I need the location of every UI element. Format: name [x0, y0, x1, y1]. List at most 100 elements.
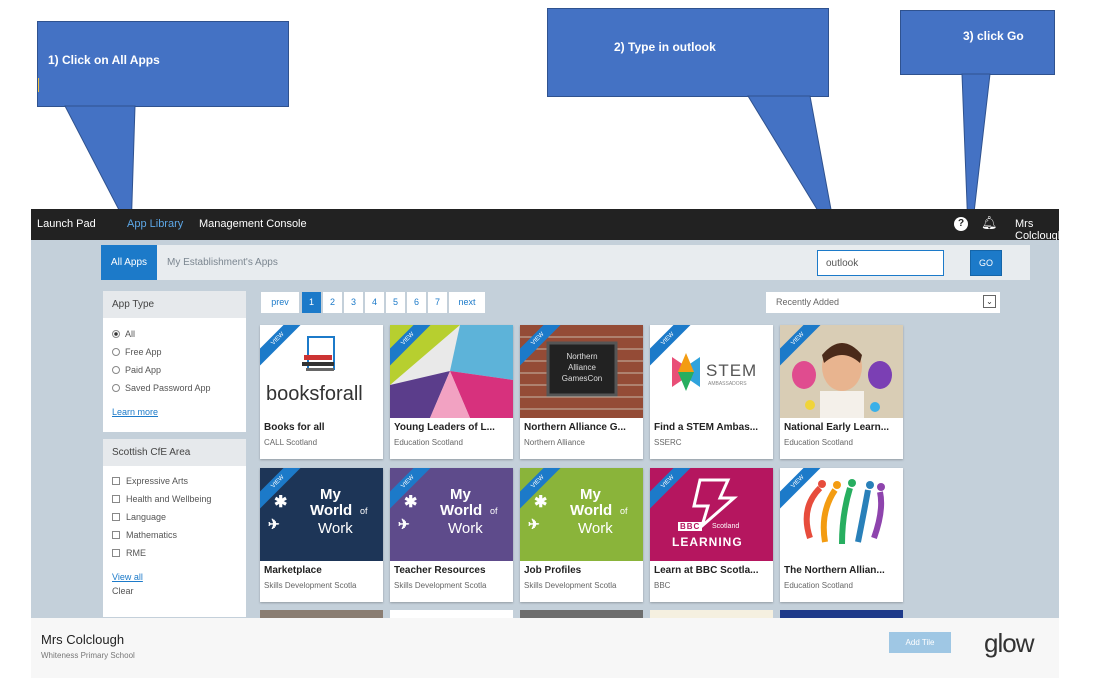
app-tile-books-for-all[interactable]: booksforall VIEW Books for all CALL Scot…: [260, 325, 383, 459]
top-nav-bar: Launch Pad App Library Management Consol…: [31, 209, 1064, 242]
checkbox-icon: [112, 477, 120, 485]
app-type-option-paid[interactable]: Paid App: [112, 365, 161, 375]
glow-logo: glow: [984, 628, 1034, 658]
bbc-learning-text: LEARNING: [672, 535, 743, 549]
cfe-option-mathematics[interactable]: Mathematics: [112, 530, 177, 540]
app-tile-stem-ambassador[interactable]: STEM AMBASSADORS VIEW Find a STEM Ambas.…: [650, 325, 773, 459]
radio-selected-icon: [112, 330, 120, 338]
add-tile-button[interactable]: Add Tile: [889, 632, 951, 653]
my-world-of-work-logo: ✱ ✈ My World of Work: [528, 486, 628, 537]
footer-bar: Mrs Colclough Whiteness Primary School A…: [31, 618, 1059, 678]
pager-page-2[interactable]: 2: [323, 292, 342, 313]
app-type-option-free[interactable]: Free App: [112, 347, 162, 357]
pager-page-3[interactable]: 3: [344, 292, 363, 313]
app-tile-partial[interactable]: [650, 610, 773, 618]
app-tile-partial[interactable]: [520, 610, 643, 618]
radio-icon: [112, 366, 120, 374]
cfe-option-health-wellbeing[interactable]: Health and Wellbeing: [112, 494, 211, 504]
booksforall-logo: booksforall: [266, 383, 363, 405]
nav-management-console[interactable]: Management Console: [199, 218, 307, 230]
cfe-option-language[interactable]: Language: [112, 512, 166, 522]
tile-org: SSERC: [654, 438, 682, 447]
checkbox-icon: [112, 513, 120, 521]
app-library-content: All Apps My Establishment's Apps GO App …: [31, 240, 1059, 618]
gamescon-sign: Northern Alliance GamesCon: [561, 352, 603, 383]
tile-name: The Northern Allian...: [784, 565, 885, 576]
pager-page-4[interactable]: 4: [365, 292, 384, 313]
tile-name: Young Leaders of L...: [394, 422, 495, 433]
tile-org: Education Scotland: [784, 438, 853, 447]
sort-select[interactable]: Recently Added ⌄: [766, 292, 1000, 313]
tile-name: Learn at BBC Scotla...: [654, 565, 759, 576]
stem-logo-text: STEM: [706, 361, 758, 380]
bbc-scotland-text: Scotland: [712, 523, 740, 530]
plane-icon: ✈: [268, 516, 280, 532]
app-tile-marketplace[interactable]: ✱ ✈ My World of Work VIEW Marketplace Sk…: [260, 468, 383, 602]
app-tile-young-leaders[interactable]: VIEW Young Leaders of L... Education Sco…: [390, 325, 513, 459]
people-network-icon: ✱: [534, 494, 548, 511]
app-tile-teacher-resources[interactable]: ✱ ✈ My World of Work VIEW Teacher Resour…: [390, 468, 513, 602]
tile-name: Marketplace: [264, 565, 322, 576]
app-type-option-all[interactable]: All: [112, 329, 135, 339]
pager-page-5[interactable]: 5: [386, 292, 405, 313]
cfe-option-expressive-arts[interactable]: Expressive Arts: [112, 476, 188, 486]
sort-selected-value: Recently Added: [776, 297, 840, 307]
app-tile-job-profiles[interactable]: ✱ ✈ My World of Work VIEW Job Profiles S…: [520, 468, 643, 602]
chevron-down-icon[interactable]: ⌄: [983, 295, 996, 308]
user-menu[interactable]: Mrs Colclough: [1015, 218, 1064, 242]
go-button[interactable]: GO: [970, 250, 1002, 276]
view-all-link[interactable]: View all: [112, 572, 143, 582]
my-world-of-work-logo: ✱ ✈ My World of Work: [398, 486, 498, 537]
app-tile-partial[interactable]: [780, 610, 903, 618]
bbc-logo: BBC: [678, 522, 703, 531]
pager-page-1[interactable]: 1: [302, 292, 321, 313]
radio-icon: [112, 384, 120, 392]
checkbox-icon: [112, 531, 120, 539]
clear-link[interactable]: Clear: [112, 586, 134, 596]
app-tile-partial[interactable]: [260, 610, 383, 618]
nav-launch-pad[interactable]: Launch Pad: [37, 218, 96, 230]
cfe-option-rme[interactable]: RME: [112, 548, 146, 558]
tile-org: Education Scotland: [784, 581, 853, 590]
pager-prev[interactable]: prev: [261, 292, 299, 313]
nav-app-library[interactable]: App Library: [127, 218, 183, 230]
tile-org: Skills Development Scotla: [394, 581, 487, 590]
app-tile-partial[interactable]: [390, 610, 513, 618]
apps-filter-bar: All Apps My Establishment's Apps GO: [101, 245, 1030, 280]
search-input[interactable]: [817, 250, 944, 276]
pager-page-6[interactable]: 6: [407, 292, 426, 313]
tile-name: National Early Learn...: [784, 422, 890, 433]
tile-org: CALL Scotland: [264, 438, 318, 447]
help-icon[interactable]: ?: [954, 217, 968, 231]
app-type-heading: App Type: [103, 291, 246, 318]
tile-org: Skills Development Scotla: [524, 581, 617, 590]
app-type-option-saved-password[interactable]: Saved Password App: [112, 383, 211, 393]
tile-org: Education Scotland: [394, 438, 463, 447]
bell-icon[interactable]: 🔔︎: [981, 215, 998, 231]
pager-next[interactable]: next: [449, 292, 485, 313]
plane-icon: ✈: [398, 516, 410, 532]
tile-org: Skills Development Scotla: [264, 581, 357, 590]
cfe-area-heading: Scottish CfE Area: [103, 439, 246, 466]
my-establishment-apps-tab[interactable]: My Establishment's Apps: [167, 257, 278, 268]
tile-name: Books for all: [264, 422, 325, 433]
tile-name: Job Profiles: [524, 565, 582, 576]
checkbox-icon: [112, 495, 120, 503]
tile-name: Teacher Resources: [394, 565, 486, 576]
pager-page-7[interactable]: 7: [428, 292, 447, 313]
app-tile-national-early-learning[interactable]: VIEW National Early Learn... Education S…: [780, 325, 903, 459]
tile-name: Northern Alliance G...: [524, 422, 626, 433]
footer-school-name: Whiteness Primary School: [41, 651, 135, 660]
people-network-icon: ✱: [404, 494, 418, 511]
app-tile-bbc-scotland-learning[interactable]: BBC Scotland LEARNING VIEW Learn at BBC …: [650, 468, 773, 602]
tile-name: Find a STEM Ambas...: [654, 422, 759, 433]
learn-more-link[interactable]: Learn more: [112, 407, 158, 417]
app-type-filter: App Type All Free App Paid App Saved Pas…: [103, 291, 246, 432]
radio-icon: [112, 348, 120, 356]
tile-org: BBC: [654, 581, 671, 590]
tile-org: Northern Alliance: [524, 438, 585, 447]
app-tile-northern-alliance[interactable]: VIEW The Northern Allian... Education Sc…: [780, 468, 903, 602]
app-tile-northern-alliance-gamescon[interactable]: Northern Alliance GamesCon VIEW Northern…: [520, 325, 643, 459]
checkbox-icon: [112, 549, 120, 557]
all-apps-tab[interactable]: All Apps: [101, 245, 157, 280]
